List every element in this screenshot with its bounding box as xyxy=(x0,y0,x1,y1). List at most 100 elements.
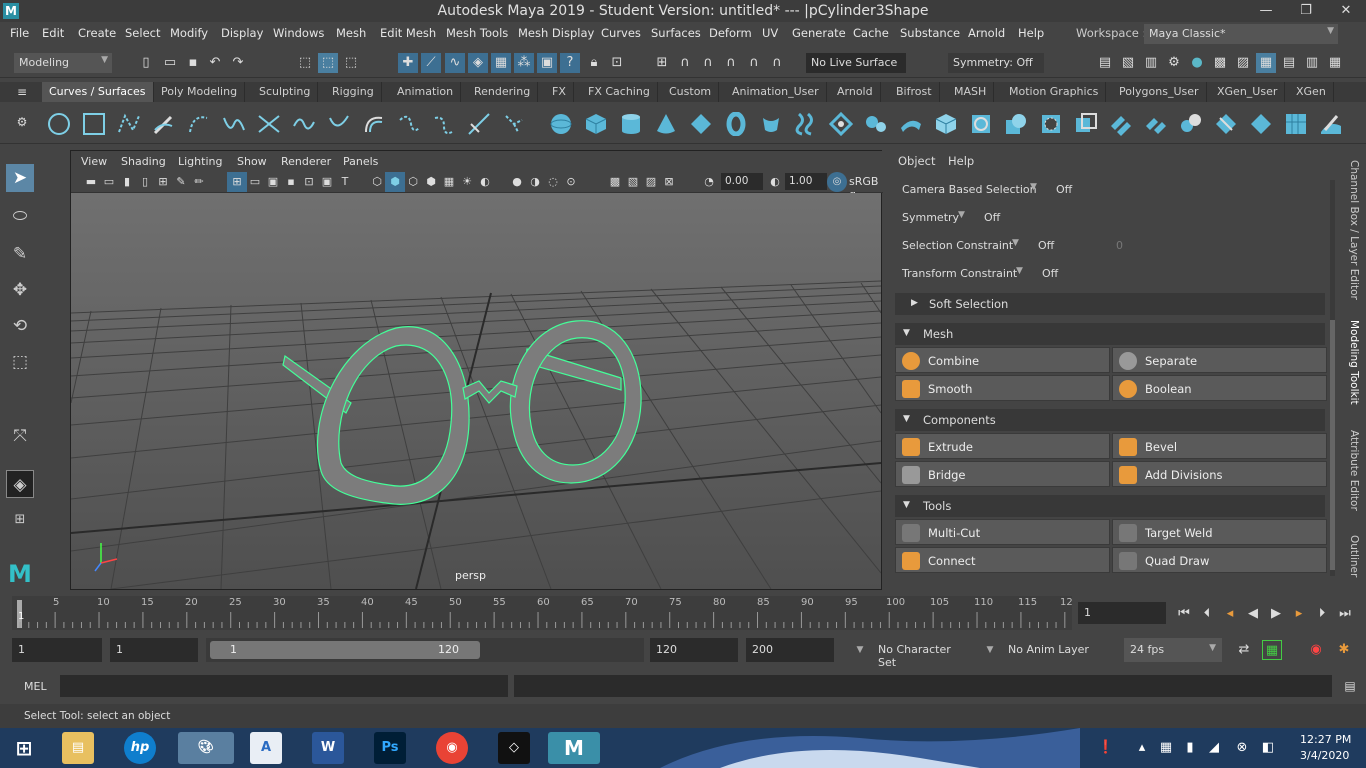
language-icon[interactable]: ◧ xyxy=(1258,738,1278,758)
battery-icon[interactable]: ▮ xyxy=(1180,738,1200,758)
select-by-misc-icon[interactable]: ? xyxy=(560,53,580,73)
tab-channel-box[interactable]: Channel Box / Layer Editor xyxy=(1348,160,1360,300)
menu-generate[interactable]: Generate xyxy=(792,26,846,40)
render-settings-icon[interactable]: ⚙ xyxy=(1164,53,1184,73)
script-editor-icon[interactable]: ▤ xyxy=(1340,676,1360,696)
project-curve-icon[interactable] xyxy=(969,112,993,136)
shelf-tab-animation-user[interactable]: Animation_User xyxy=(725,82,827,102)
shadows-icon[interactable]: ☀ xyxy=(457,172,477,192)
snap-surface-icon[interactable]: ∩ xyxy=(744,53,764,73)
wifi-icon[interactable]: ◢ xyxy=(1204,738,1224,758)
select-by-curve-icon[interactable]: ∿ xyxy=(445,53,465,73)
selection-constraint-row[interactable]: Selection Constraint ▼ Off 0 xyxy=(898,234,1328,260)
smooth-button[interactable]: Smooth xyxy=(895,375,1110,401)
shelf-tab-poly-modeling[interactable]: Poly Modeling xyxy=(154,82,246,102)
bevel-plus-icon[interactable] xyxy=(934,112,958,136)
panel-layout-icon[interactable]: ▨ xyxy=(1233,53,1253,73)
untrim-icon[interactable] xyxy=(1074,112,1098,136)
tools-section-header[interactable]: ▼ Tools xyxy=(895,495,1325,517)
range-slider[interactable]: 1 120 xyxy=(206,638,644,662)
animation-end-field[interactable]: 200 xyxy=(746,638,834,662)
image-plane-icon[interactable]: ▯ xyxy=(135,172,155,192)
xray-joints-icon[interactable]: ▧ xyxy=(623,172,643,192)
shelf-tab-custom[interactable]: Custom xyxy=(662,82,720,102)
maya-taskbar-icon[interactable]: M xyxy=(548,732,600,764)
connect-button[interactable]: Connect xyxy=(895,547,1110,573)
menu-mesh[interactable]: Mesh xyxy=(336,26,366,40)
gamma-icon[interactable]: ◐ xyxy=(765,172,785,192)
menu-edit-mesh[interactable]: Edit Mesh xyxy=(380,26,436,40)
separate-button[interactable]: Separate xyxy=(1112,347,1327,373)
play-backward-icon[interactable]: ◀ xyxy=(1243,604,1263,624)
single-perspective-layout-icon[interactable]: ◈ xyxy=(6,470,34,498)
shelf-settings-icon[interactable]: ⚙ xyxy=(12,112,32,132)
components-section-header[interactable]: ▼ Components xyxy=(895,409,1325,431)
depth-of-field-icon[interactable]: ◌ xyxy=(543,172,563,192)
menu-substance[interactable]: Substance xyxy=(900,26,960,40)
unity-icon[interactable]: ◇ xyxy=(498,732,530,764)
nurbs-circle-icon[interactable] xyxy=(47,112,71,136)
shelf-tab-bifrost[interactable]: Bifrost xyxy=(889,82,940,102)
add-divisions-button[interactable]: Add Divisions xyxy=(1112,461,1327,487)
select-by-surface-icon[interactable]: ◈ xyxy=(468,53,488,73)
extrude-button[interactable]: Extrude xyxy=(895,433,1110,459)
notification-icon[interactable]: ▦ xyxy=(1156,738,1176,758)
smooth-shade-icon[interactable]: ⬢ xyxy=(385,172,405,192)
four-view-layout-icon[interactable]: ⊞ xyxy=(6,506,34,534)
ms-access-icon[interactable]: A xyxy=(250,732,282,764)
bridge-button[interactable]: Bridge xyxy=(895,461,1110,487)
render-view-icon[interactable]: ▤ xyxy=(1095,53,1115,73)
hypershade-icon[interactable]: ● xyxy=(1187,53,1207,73)
sculpt-geometry-icon[interactable] xyxy=(1319,112,1343,136)
quad-draw-button[interactable]: Quad Draw xyxy=(1112,547,1327,573)
render-frame-icon[interactable]: ▧ xyxy=(1118,53,1138,73)
file-explorer-icon[interactable]: ▤ xyxy=(62,732,94,764)
menu-help[interactable]: Help xyxy=(1018,26,1044,40)
modeling-toolkit-icon[interactable]: ▦ xyxy=(1256,53,1276,73)
tab-attribute-editor[interactable]: Attribute Editor xyxy=(1348,430,1360,511)
revolve-icon[interactable] xyxy=(759,112,783,136)
highlight-icon[interactable]: ⊡ xyxy=(607,53,627,73)
close-button[interactable]: ✕ xyxy=(1326,0,1366,22)
menu-windows[interactable]: Windows xyxy=(273,26,324,40)
move-tool-icon[interactable]: ✥ xyxy=(6,276,34,304)
scale-tool-icon[interactable]: ⬚ xyxy=(6,348,34,376)
shelf-tab-arnold[interactable]: Arnold xyxy=(830,82,881,102)
minimize-button[interactable]: — xyxy=(1246,0,1286,22)
chevron-down-icon[interactable]: ▼ xyxy=(850,640,870,660)
ipr-render-icon[interactable]: ▥ xyxy=(1141,53,1161,73)
lock-icon[interactable]: 🔒︎ xyxy=(584,53,604,73)
live-surface-field[interactable]: No Live Surface xyxy=(806,53,906,73)
redo-icon[interactable]: ↷ xyxy=(228,53,248,73)
shelf-tab-fx-caching[interactable]: FX Caching xyxy=(581,82,658,102)
intersect-surfaces-icon[interactable] xyxy=(1004,112,1028,136)
nurbs-cylinder-icon[interactable] xyxy=(619,112,643,136)
hud-icon[interactable]: ⊠ xyxy=(659,172,679,192)
shelf-tab-mash[interactable]: MASH xyxy=(947,82,995,102)
select-by-rendering-icon[interactable]: ▣ xyxy=(537,53,557,73)
exposure-icon[interactable]: ◔ xyxy=(699,172,719,192)
step-back-key-icon[interactable]: ⏴ xyxy=(1197,604,1217,624)
menu-uv[interactable]: UV xyxy=(762,26,778,40)
viewport-menu-show[interactable]: Show xyxy=(237,155,267,168)
rotate-tool-icon[interactable]: ⟲ xyxy=(6,312,34,340)
open-scene-icon[interactable]: ▭ xyxy=(160,53,180,73)
new-scene-icon[interactable]: ▯ xyxy=(136,53,156,73)
shelf-tab-motion-graphics[interactable]: Motion Graphics xyxy=(1002,82,1107,102)
planar-icon[interactable] xyxy=(829,112,853,136)
panel-scrollbar-thumb[interactable] xyxy=(1330,320,1335,570)
add-points-icon[interactable] xyxy=(467,112,491,136)
resolution-gate-icon[interactable]: ▣ xyxy=(263,172,283,192)
extrude-surface-icon[interactable] xyxy=(864,112,888,136)
chevron-down-icon[interactable]: ▼ xyxy=(980,640,1000,660)
clock-time[interactable]: 12:27 PM xyxy=(1300,733,1351,746)
photoshop-icon[interactable]: Ps xyxy=(374,732,406,764)
mel-label[interactable]: MEL xyxy=(24,680,47,693)
menu-mesh-tools[interactable]: Mesh Tools xyxy=(446,26,508,40)
nurbs-plane-icon[interactable] xyxy=(689,112,713,136)
go-to-end-icon[interactable]: ⏭ xyxy=(1335,604,1355,624)
viewport-menu-renderer[interactable]: Renderer xyxy=(281,155,331,168)
last-tool-icon[interactable]: ⤧ xyxy=(6,422,34,450)
symmetry-row[interactable]: Symmetry ▼ Off xyxy=(898,206,1328,232)
auto-key-icon[interactable]: ▦ xyxy=(1262,640,1282,660)
